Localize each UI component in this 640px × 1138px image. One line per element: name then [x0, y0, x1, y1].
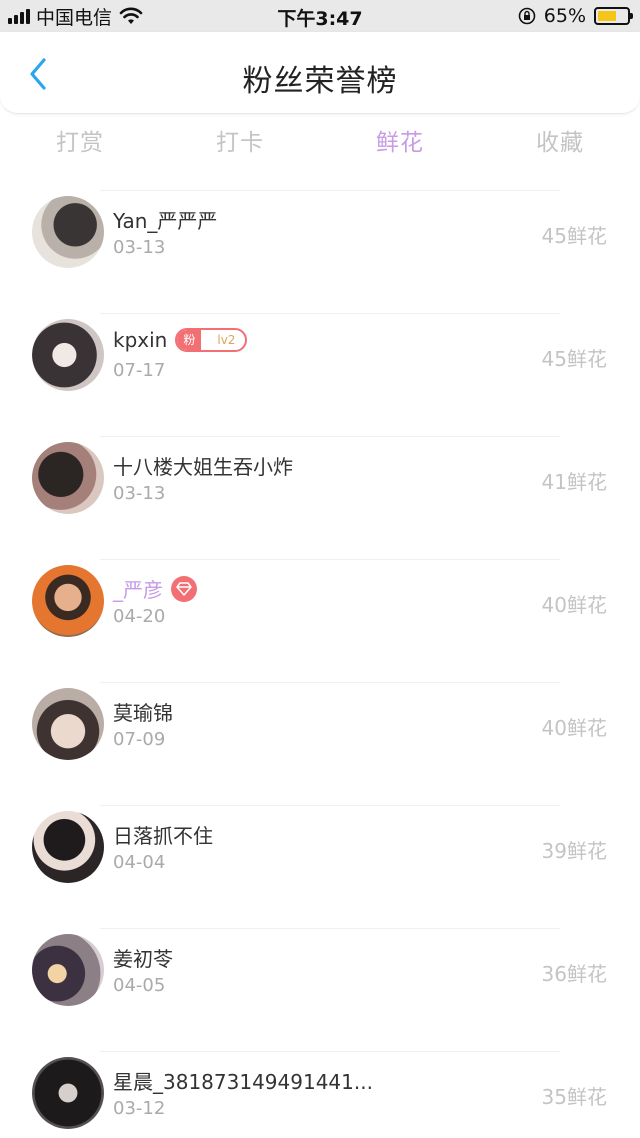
battery-percent: 65%: [543, 5, 586, 27]
status-right: 65%: [518, 4, 633, 28]
avatar[interactable]: [32, 811, 104, 883]
fan-score: 40鲜花: [541, 593, 607, 617]
page-title: 粉丝荣誉榜: [242, 64, 398, 99]
fan-date: 07-09: [113, 729, 166, 750]
fan-score: 40鲜花: [541, 716, 607, 740]
fan-date: 04-04: [113, 852, 166, 873]
fan-date: 03-12: [113, 1098, 166, 1119]
avatar[interactable]: [32, 319, 104, 391]
avatar[interactable]: [32, 196, 104, 268]
fan-score: 45鲜花: [541, 224, 607, 248]
fan-score: 39鲜花: [541, 839, 607, 863]
fan-name: 十八楼大姐生吞小炸: [113, 455, 293, 479]
fan-date: 03-13: [113, 483, 166, 504]
fan-date: 04-05: [113, 975, 166, 996]
fan-level-badge: 粉 lv2: [175, 328, 248, 352]
fan-score: 36鲜花: [541, 962, 607, 986]
fan-name: _严彦: [113, 578, 163, 602]
fan-score: 35鲜花: [541, 1085, 607, 1109]
tab-checkin[interactable]: 打卡: [160, 120, 320, 166]
fan-name: 日落抓不住: [113, 824, 213, 848]
fan-date: 07-17: [113, 360, 166, 381]
tab-favorites[interactable]: 收藏: [480, 120, 640, 166]
battery-icon: [594, 7, 633, 25]
diamond-icon: [171, 575, 197, 602]
tab-bar: 打赏 打卡 鲜花 收藏: [0, 120, 640, 166]
avatar[interactable]: [32, 565, 104, 637]
nav-header: 粉丝荣誉榜: [0, 32, 640, 114]
avatar[interactable]: [32, 934, 104, 1006]
avatar[interactable]: [32, 442, 104, 514]
avatar[interactable]: [32, 1057, 104, 1129]
fan-name: kpxin: [113, 328, 168, 352]
list-item[interactable]: _严彦 04-20 40鲜花: [0, 559, 640, 682]
fan-badge-level: lv2: [217, 333, 236, 347]
fan-name-wrap: kpxin 粉 lv2: [113, 328, 248, 352]
fan-badge-label: 粉: [177, 330, 202, 350]
list-item[interactable]: 星晨_381873149491441... 03-12 35鲜花: [0, 1051, 640, 1138]
fan-name-wrap: _严彦: [113, 574, 197, 603]
tab-reward[interactable]: 打赏: [0, 120, 160, 166]
list-item[interactable]: 十八楼大姐生吞小炸 03-13 41鲜花: [0, 436, 640, 559]
list-item[interactable]: 日落抓不住 04-04 39鲜花: [0, 805, 640, 928]
list-item[interactable]: 姜初苓 04-05 36鲜花: [0, 928, 640, 1051]
fan-score: 41鲜花: [541, 470, 607, 494]
fan-name: 姜初苓: [113, 947, 173, 971]
list-item[interactable]: 莫瑜锦 07-09 40鲜花: [0, 682, 640, 805]
tab-flowers[interactable]: 鲜花: [320, 120, 480, 166]
fan-name: Yan_严严严: [113, 209, 218, 233]
list-item[interactable]: Yan_严严严 03-13 45鲜花: [0, 190, 640, 313]
fan-date: 03-13: [113, 237, 166, 258]
fan-list: Yan_严严严 03-13 45鲜花 kpxin 粉 lv2 07-17 45鲜…: [0, 190, 640, 1138]
fan-score: 45鲜花: [541, 347, 607, 371]
rotation-lock-icon: [518, 7, 536, 25]
status-bar: 中国电信 下午3:47 65%: [0, 0, 640, 32]
list-item[interactable]: kpxin 粉 lv2 07-17 45鲜花: [0, 313, 640, 436]
fan-name: 星晨_381873149491441...: [113, 1070, 373, 1094]
fan-date: 04-20: [113, 606, 166, 627]
battery-level: [598, 11, 617, 21]
fan-name: 莫瑜锦: [113, 701, 173, 725]
avatar[interactable]: [32, 688, 104, 760]
